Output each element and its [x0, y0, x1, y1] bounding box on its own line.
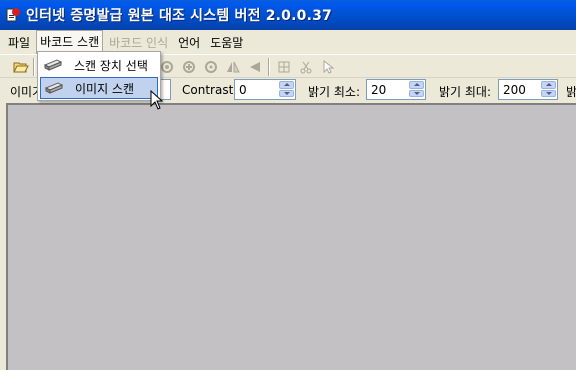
menu-file[interactable]: 파일	[4, 31, 34, 54]
brightness-min-down-button[interactable]	[409, 89, 424, 97]
arrow-up-icon	[283, 83, 290, 87]
brightness-min-up-button[interactable]	[409, 81, 424, 89]
contrast-spinner[interactable]: 0	[234, 79, 296, 100]
brightness-min-label: 밝기 최소:	[308, 85, 361, 99]
barcode-scan-dropdown: 스캔 장치 선택 이미지 스캔	[37, 51, 161, 101]
menu-item-label: 스캔 장치 선택	[74, 58, 148, 73]
toolbar-separator	[268, 58, 270, 76]
scanner-icon	[40, 54, 66, 76]
arrow-down-icon	[413, 91, 420, 95]
scanner-icon	[41, 77, 67, 99]
brightness-min-value[interactable]: 20	[371, 83, 386, 97]
brightness-min-spinner[interactable]: 20	[366, 79, 426, 100]
flip-vertical-icon[interactable]	[246, 58, 264, 76]
pointer-icon[interactable]	[319, 58, 337, 76]
contrast-value[interactable]: 0	[239, 83, 247, 97]
window-title: 인터넷 증명발급 원본 대조 시스템 버전 2.0.0.37	[26, 8, 332, 24]
brightness-max-value[interactable]: 200	[503, 83, 526, 97]
refresh-icon[interactable]	[202, 58, 220, 76]
contrast-label: Contrast:	[182, 83, 238, 97]
menu-item-label: 이미지 스캔	[75, 81, 135, 96]
toolbar-separator	[33, 58, 35, 76]
trailing-label: 밝	[566, 85, 576, 99]
arrow-down-icon	[545, 91, 552, 95]
brightness-max-down-button[interactable]	[541, 89, 556, 97]
image-canvas[interactable]	[6, 103, 576, 370]
app-icon	[5, 7, 21, 23]
brightness-max-label: 밝기 최대:	[439, 85, 492, 99]
brightness-max-up-button[interactable]	[541, 81, 556, 89]
menu-item-image-scan[interactable]: 이미지 스캔	[40, 77, 158, 99]
menu-language[interactable]: 언어	[174, 31, 204, 54]
cut-icon[interactable]	[297, 58, 315, 76]
arrow-up-icon	[545, 83, 552, 87]
arrow-up-icon	[413, 83, 420, 87]
crop-icon[interactable]	[275, 58, 293, 76]
contrast-up-button[interactable]	[279, 81, 294, 89]
menu-help[interactable]: 도움말	[206, 31, 247, 54]
brightness-max-spinner[interactable]: 200	[498, 79, 558, 100]
rotate-right-icon[interactable]	[180, 58, 198, 76]
contrast-down-button[interactable]	[279, 89, 294, 97]
menu-item-select-scanner[interactable]: 스캔 장치 선택	[40, 54, 158, 76]
arrow-down-icon	[283, 91, 290, 95]
flip-horizontal-icon[interactable]	[224, 58, 242, 76]
title-bar: 인터넷 증명발급 원본 대조 시스템 버전 2.0.0.37	[0, 0, 576, 30]
mouse-cursor-icon	[150, 89, 166, 112]
open-folder-icon[interactable]	[12, 58, 30, 76]
